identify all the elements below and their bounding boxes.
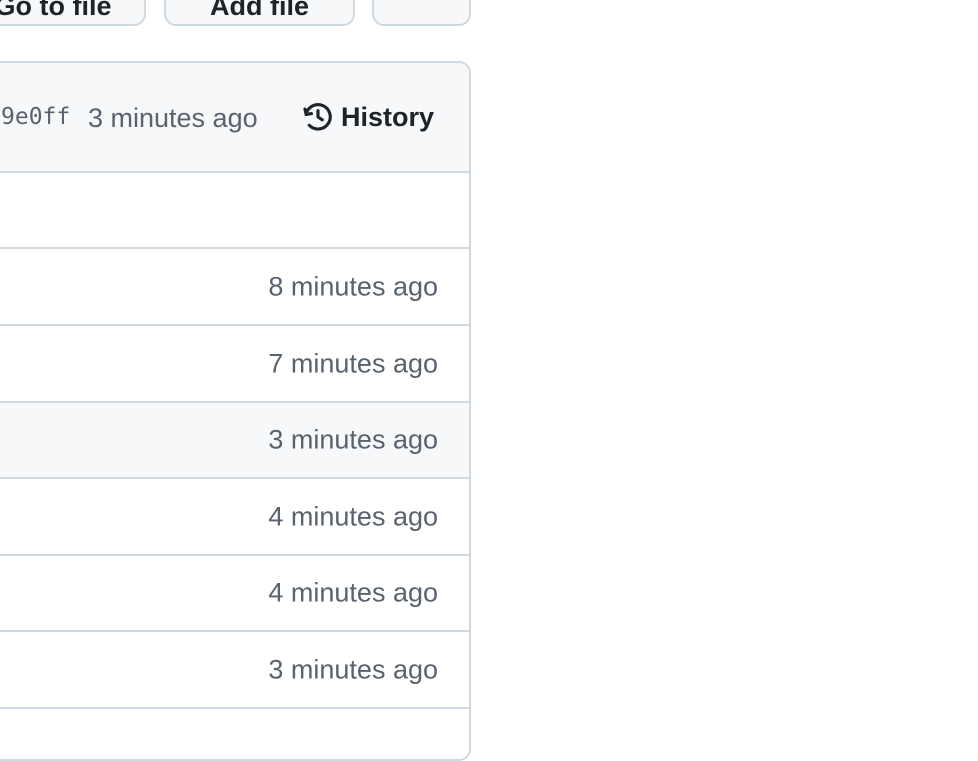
- file-row-hovered[interactable]: 3 minutes ago: [0, 403, 469, 479]
- file-row-time: 3 minutes ago: [268, 424, 438, 455]
- file-row[interactable]: 4 minutes ago: [0, 479, 469, 556]
- code-button[interactable]: [372, 0, 471, 26]
- go-to-file-label: Go to file: [0, 0, 112, 21]
- file-row-time: 4 minutes ago: [268, 501, 438, 531]
- latest-commit-header: 9e0ff 3 minutes ago History: [0, 63, 469, 173]
- file-row-time: 7 minutes ago: [268, 348, 438, 378]
- add-file-button[interactable]: Add file: [164, 0, 355, 26]
- file-row-time: 3 minutes ago: [268, 654, 438, 684]
- file-row-time: 4 minutes ago: [268, 577, 438, 608]
- file-row[interactable]: [0, 173, 469, 249]
- history-label: History: [341, 101, 435, 132]
- add-file-label: Add file: [210, 0, 309, 21]
- history-icon: [303, 103, 332, 131]
- commit-time: 3 minutes ago: [88, 103, 258, 133]
- commit-sha[interactable]: 9e0ff: [1, 104, 70, 130]
- file-row[interactable]: 4 minutes ago: [0, 556, 469, 632]
- file-row[interactable]: 8 minutes ago: [0, 249, 469, 326]
- file-row[interactable]: [0, 709, 469, 759]
- go-to-file-button[interactable]: Go to file: [0, 0, 146, 26]
- file-browser-panel: 9e0ff 3 minutes ago History 8 minutes ag…: [0, 61, 471, 761]
- file-row[interactable]: 3 minutes ago: [0, 632, 469, 709]
- file-row[interactable]: 7 minutes ago: [0, 326, 469, 403]
- file-row-time: 8 minutes ago: [268, 271, 438, 301]
- history-link[interactable]: History: [301, 99, 434, 135]
